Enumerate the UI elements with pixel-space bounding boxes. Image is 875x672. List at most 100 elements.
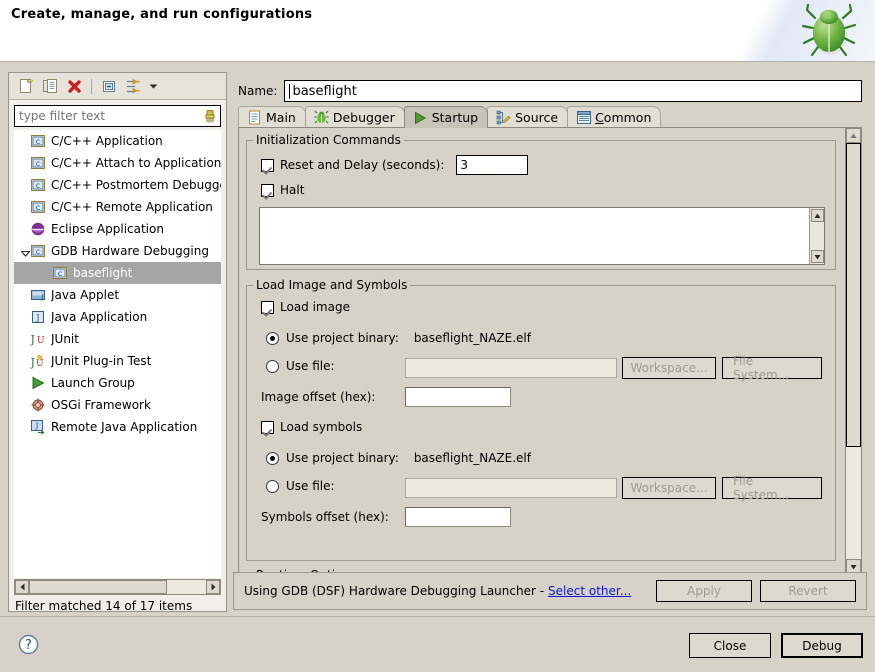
scroll-down-button[interactable] bbox=[811, 250, 824, 263]
vscroll-thumb[interactable] bbox=[846, 143, 861, 447]
halt-checkbox[interactable] bbox=[261, 184, 274, 197]
initialization-commands-group: Initialization Commands Reset and Delay … bbox=[246, 140, 836, 270]
symbols-use-project-binary-label: Use project binary: bbox=[286, 451, 399, 465]
symbols-use-project-binary-row[interactable]: Use project binary: baseflight_NAZE.elf bbox=[266, 451, 531, 465]
tree-item-label: C/C++ Application bbox=[51, 134, 163, 148]
tree-item-selected[interactable]: cbaseflight bbox=[14, 262, 221, 284]
image-file-input[interactable] bbox=[405, 358, 617, 378]
select-other-launcher-link[interactable]: Select other... bbox=[548, 584, 631, 598]
image-use-project-binary-radio[interactable] bbox=[266, 332, 279, 345]
filter-launch-configurations-icon[interactable] bbox=[122, 75, 144, 97]
tab-label: Debugger bbox=[333, 110, 395, 125]
search-input[interactable] bbox=[15, 108, 200, 124]
svg-text:c: c bbox=[36, 159, 40, 168]
clear-filter-icon[interactable] bbox=[200, 106, 220, 126]
tree-item[interactable]: cGDB Hardware Debugging bbox=[14, 240, 221, 262]
tree-item[interactable]: Launch Group bbox=[14, 372, 221, 394]
reset-delay-input[interactable]: 3 bbox=[456, 155, 528, 175]
duplicate-launch-configuration-icon[interactable] bbox=[39, 75, 61, 97]
vscroll-track[interactable] bbox=[846, 143, 861, 559]
c-config-icon: c bbox=[30, 155, 46, 171]
symbols-file-input[interactable] bbox=[405, 478, 617, 498]
tree-expand-twisty-icon[interactable] bbox=[19, 247, 31, 259]
tree-item-label: Launch Group bbox=[51, 376, 135, 390]
startup-tab-scrollbar[interactable] bbox=[845, 128, 861, 574]
tree-item[interactable]: cC/C++ Remote Application bbox=[14, 196, 221, 218]
tree-item[interactable]: JRemote Java Application bbox=[14, 416, 221, 438]
tab-source[interactable]: Source bbox=[487, 106, 568, 128]
tree-item[interactable]: JJava Applet bbox=[14, 284, 221, 306]
junit-icon: JU bbox=[30, 331, 46, 347]
symbols-file-system-button[interactable]: File System... bbox=[722, 477, 822, 499]
name-row: Name: baseflight bbox=[238, 80, 862, 102]
apply-button[interactable]: Apply bbox=[656, 580, 752, 602]
hscroll-thumb[interactable] bbox=[29, 580, 167, 594]
tree-item[interactable]: Eclipse Application bbox=[14, 218, 221, 240]
tree-horizontal-scrollbar[interactable] bbox=[14, 579, 221, 595]
tree-item-label: Java Application bbox=[51, 310, 147, 324]
tree-item[interactable]: cC/C++ Attach to Application bbox=[14, 152, 221, 174]
load-image-row[interactable]: Load image bbox=[261, 300, 350, 314]
initialization-commands-textarea[interactable] bbox=[259, 207, 825, 265]
view-menu-chevron-down-icon[interactable] bbox=[146, 75, 160, 97]
load-symbols-row[interactable]: Load symbols bbox=[261, 420, 362, 434]
help-question-icon[interactable]: ? bbox=[18, 634, 39, 655]
symbols-workspace-button[interactable]: Workspace... bbox=[622, 477, 716, 499]
tree-item-label: JUnit bbox=[51, 332, 79, 346]
load-image-checkbox[interactable] bbox=[261, 301, 274, 314]
image-use-file-row[interactable]: Use file: bbox=[266, 359, 335, 373]
reset-and-delay-row[interactable]: Reset and Delay (seconds): 3 bbox=[261, 155, 528, 175]
launcher-status-row: Using GDB (DSF) Hardware Debugging Launc… bbox=[233, 572, 867, 610]
tab-debugger[interactable]: Debugger bbox=[305, 106, 405, 128]
symbols-use-project-binary-radio[interactable] bbox=[266, 452, 279, 465]
debug-button[interactable]: Debug bbox=[781, 633, 863, 658]
launch-configuration-tree[interactable]: c C/C++ Application cC/C++ Attach to Appli… bbox=[14, 130, 221, 578]
filter-text-row[interactable] bbox=[14, 105, 221, 127]
image-use-file-radio[interactable] bbox=[266, 360, 279, 373]
dialog-banner: Create, manage, and run configurations bbox=[0, 0, 875, 62]
symbols-offset-label: Symbols offset (hex): bbox=[261, 510, 389, 524]
image-offset-input[interactable] bbox=[405, 387, 511, 407]
symbols-use-file-radio[interactable] bbox=[266, 480, 279, 493]
configuration-name-field[interactable]: baseflight bbox=[284, 80, 862, 102]
delete-launch-configuration-icon[interactable] bbox=[63, 75, 85, 97]
reset-and-delay-checkbox[interactable] bbox=[261, 159, 274, 172]
scroll-right-button[interactable] bbox=[206, 580, 220, 594]
tree-item[interactable]: JJava Application bbox=[14, 306, 221, 328]
tab-common[interactable]: Common bbox=[567, 106, 661, 128]
svg-text:?: ? bbox=[25, 638, 32, 653]
image-workspace-button[interactable]: Workspace... bbox=[622, 357, 716, 379]
source-lookup-icon bbox=[496, 110, 511, 125]
halt-row[interactable]: Halt bbox=[261, 183, 304, 197]
init-commands-scrollbar[interactable] bbox=[809, 208, 824, 264]
c-config-icon: c bbox=[30, 133, 46, 149]
load-symbols-checkbox[interactable] bbox=[261, 421, 274, 434]
configuration-tabs[interactable]: Main Debugger StartupSourceCommon bbox=[238, 106, 862, 128]
c-config-icon: c bbox=[30, 177, 46, 193]
symbols-offset-input[interactable] bbox=[405, 507, 511, 527]
hscroll-track[interactable] bbox=[29, 580, 206, 594]
tree-item[interactable]: OSGi Framework bbox=[14, 394, 221, 416]
image-file-system-button[interactable]: File System... bbox=[722, 357, 822, 379]
image-use-project-binary-row[interactable]: Use project binary: baseflight_NAZE.elf bbox=[266, 331, 531, 345]
close-button[interactable]: Close bbox=[689, 633, 771, 658]
collapse-all-icon[interactable] bbox=[98, 75, 120, 97]
tab-main[interactable]: Main bbox=[238, 106, 306, 128]
symbols-use-file-row[interactable]: Use file: bbox=[266, 479, 335, 493]
name-label: Name: bbox=[238, 84, 277, 98]
scroll-up-button[interactable] bbox=[846, 128, 861, 143]
tab-startup[interactable]: Startup bbox=[404, 106, 488, 128]
revert-button[interactable]: Revert bbox=[760, 580, 856, 602]
tree-item[interactable]: cC/C++ Postmortem Debugger bbox=[14, 174, 221, 196]
tree-item-label: Java Applet bbox=[51, 288, 119, 302]
scroll-left-button[interactable] bbox=[15, 580, 29, 594]
tree-item[interactable]: c C/C++ Application bbox=[14, 130, 221, 152]
green-bug-icon bbox=[799, 2, 859, 60]
svg-text:U: U bbox=[36, 359, 44, 369]
footer-divider bbox=[0, 616, 875, 617]
tree-item[interactable]: JU JUnit bbox=[14, 328, 221, 350]
tree-item[interactable]: JUJUnit Plug-in Test bbox=[14, 350, 221, 372]
new-launch-configuration-icon[interactable] bbox=[15, 75, 37, 97]
init-commands-text[interactable] bbox=[260, 208, 809, 264]
scroll-up-button[interactable] bbox=[811, 209, 824, 222]
